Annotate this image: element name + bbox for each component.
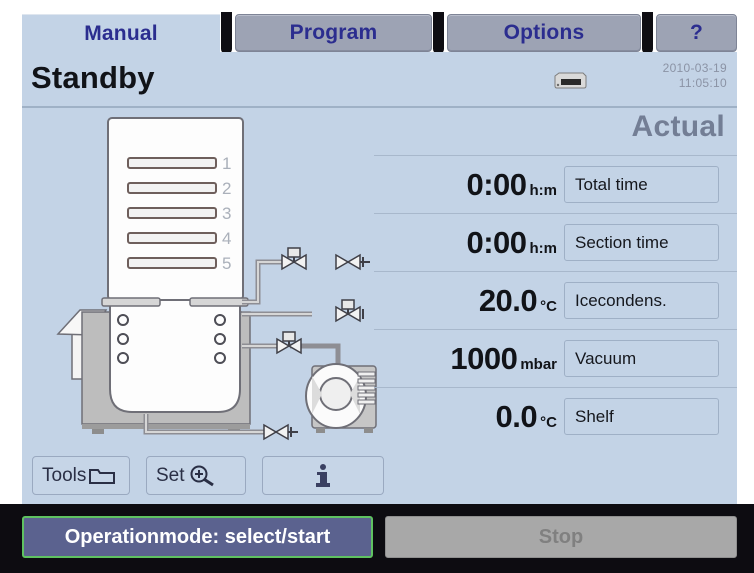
valve-icon — [335, 299, 364, 323]
measurement-unit: h:m — [529, 239, 558, 257]
operationmode-label: Operationmode: select/start — [64, 525, 331, 548]
tools-button[interactable]: Tools — [32, 456, 130, 495]
measurement-row: 0:00 h:m Section time — [374, 213, 737, 271]
measurement-list: 0:00 h:m Total time 0:00 h:m Section time … — [374, 155, 737, 445]
action-bar: Operationmode: select/start Stop — [0, 504, 754, 573]
valve-icon — [281, 247, 307, 271]
measurement-unit: °C — [540, 413, 557, 431]
tab-bar: Manual Program Options ? — [0, 0, 754, 55]
measurement-value-group: 0:00 h:m — [374, 167, 564, 203]
drive-icon — [554, 72, 587, 89]
measurement-value-group: 0.0 °C — [374, 399, 564, 435]
valve-icon — [335, 253, 370, 271]
measurement-value-group: 0:00 h:m — [374, 225, 564, 261]
vacuum-pump-icon — [305, 363, 377, 433]
measurement-value-group: 1000 mbar — [374, 341, 564, 377]
tab-separator — [433, 12, 444, 54]
measurement-row: 0.0 °C Shelf — [374, 387, 737, 445]
freeze-dryer-diagram: 1 2 3 4 5 — [56, 117, 377, 441]
actual-column-title: Actual — [631, 110, 725, 143]
tab-program-label: Program — [289, 21, 378, 44]
panel-toolbar: Tools Set — [32, 455, 384, 496]
svg-text:5: 5 — [222, 254, 231, 273]
tab-program[interactable]: Program — [235, 14, 432, 52]
valve-icon — [276, 331, 302, 355]
status-header: Standby 2010-03-19 11:05:10 — [22, 52, 737, 108]
svg-text:2: 2 — [222, 179, 231, 198]
set-button[interactable]: Set — [146, 456, 246, 495]
tab-manual-label: Manual — [84, 21, 158, 45]
date-text: 2010-03-19 — [662, 61, 727, 75]
measurement-unit: mbar — [520, 355, 557, 373]
tab-manual[interactable]: Manual — [22, 14, 220, 52]
device-screen: Manual Program Options ? Standby 2010-03… — [0, 0, 754, 573]
valve-icon — [263, 423, 298, 441]
tab-help-label: ? — [689, 21, 704, 44]
operationmode-button[interactable]: Operationmode: select/start — [22, 516, 373, 558]
info-icon — [316, 463, 330, 487]
measurement-row: 1000 mbar Vacuum — [374, 329, 737, 387]
measurement-value: 1000 — [450, 340, 518, 376]
tab-help[interactable]: ? — [656, 14, 737, 52]
svg-text:3: 3 — [222, 204, 231, 223]
svg-text:4: 4 — [222, 229, 231, 248]
tab-separator — [642, 12, 653, 54]
measurement-label-total-time[interactable]: Total time — [564, 166, 719, 203]
measurement-value: 0.0 — [495, 398, 538, 434]
stop-button[interactable]: Stop — [385, 516, 737, 558]
measurement-value: 0:00 — [466, 224, 527, 260]
tab-options[interactable]: Options — [447, 14, 641, 52]
measurement-row: 20.0 °C Icecondens. — [374, 271, 737, 329]
info-button[interactable] — [262, 456, 384, 495]
measurement-value: 20.0 — [478, 282, 538, 318]
status-text: Standby — [31, 60, 155, 95]
measurement-unit: °C — [540, 297, 557, 315]
tab-options-label: Options — [503, 21, 585, 44]
measurement-unit: h:m — [529, 181, 558, 199]
measurement-label-shelf[interactable]: Shelf — [564, 398, 719, 435]
folder-icon — [89, 468, 116, 484]
measurement-value: 0:00 — [466, 166, 527, 202]
tab-separator — [221, 12, 232, 54]
measurement-label-section-time[interactable]: Section time — [564, 224, 719, 261]
set-button-label: Set — [156, 464, 185, 486]
magnifier-plus-icon — [190, 465, 214, 486]
tools-button-label: Tools — [42, 464, 87, 486]
time-text: 11:05:10 — [678, 76, 727, 90]
measurement-value-group: 20.0 °C — [374, 283, 564, 319]
datetime-display: 2010-03-19 11:05:10 — [663, 61, 727, 91]
svg-text:1: 1 — [222, 154, 231, 173]
measurement-label-icecondenser[interactable]: Icecondens. — [564, 282, 719, 319]
measurement-row: 0:00 h:m Total time — [374, 155, 737, 213]
stop-label: Stop — [538, 525, 584, 548]
main-panel: Standby 2010-03-19 11:05:10 Actual 1 2 3… — [22, 52, 737, 504]
measurement-label-vacuum[interactable]: Vacuum — [564, 340, 719, 377]
